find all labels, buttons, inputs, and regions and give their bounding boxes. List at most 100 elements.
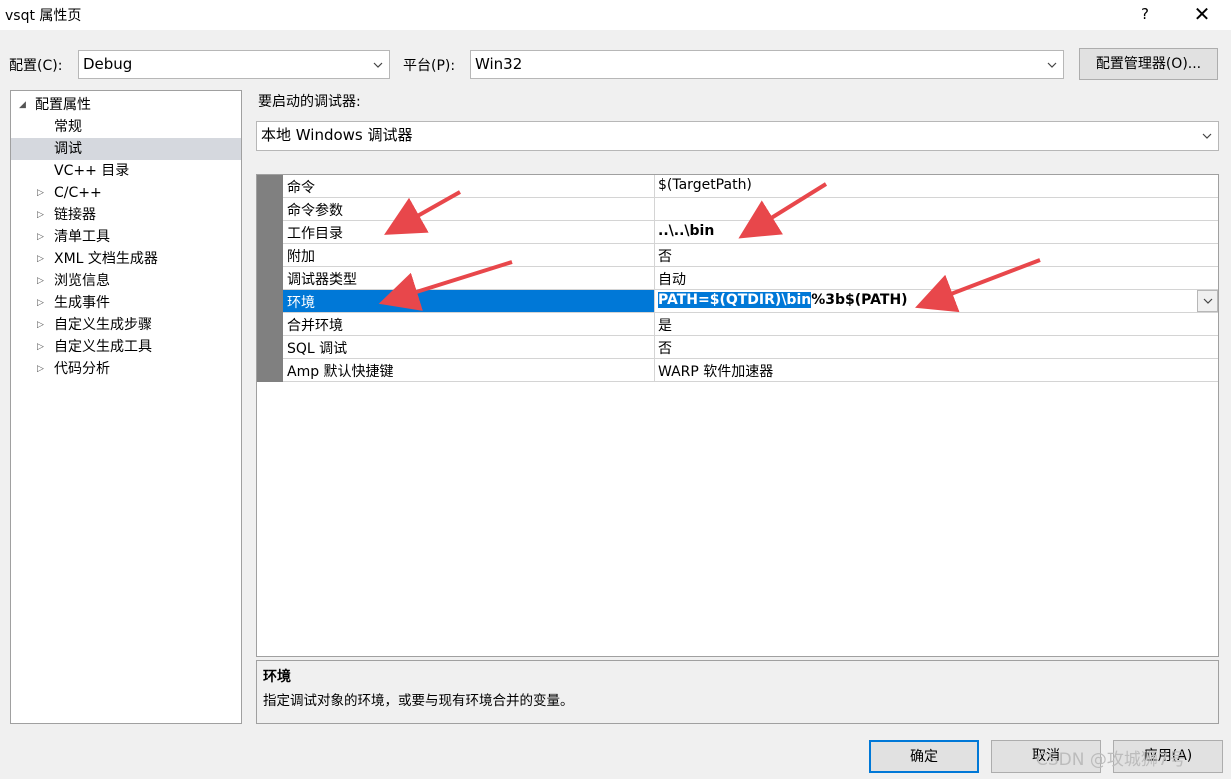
environment-value-input[interactable]: PATH=$(QTDIR)\bin%3b$(PATH)	[658, 292, 908, 308]
property-row-command-arguments[interactable]: 命令参数	[283, 198, 1218, 221]
chevron-down-icon	[1045, 51, 1059, 78]
collapsed-triangle-icon[interactable]: ▷	[37, 226, 44, 248]
column-divider	[654, 290, 655, 313]
debugger-label: 要启动的调试器:	[258, 94, 361, 110]
config-label: 配置(C):	[9, 58, 63, 74]
property-name: 命令	[287, 180, 315, 196]
property-value[interactable]: ..\..\bin	[658, 223, 714, 239]
tree-item-linker[interactable]: ▷ 链接器	[11, 204, 241, 226]
property-value[interactable]: 自动	[658, 269, 686, 289]
tree-item-label: 调试	[54, 141, 82, 157]
grid-gutter	[257, 175, 283, 382]
column-divider	[654, 198, 655, 221]
tree-item-config-properties[interactable]: ◢ 配置属性	[11, 94, 241, 116]
tree-item-label: 清单工具	[54, 229, 110, 245]
property-value[interactable]: 否	[658, 338, 672, 358]
tree-item-manifest-tool[interactable]: ▷ 清单工具	[11, 226, 241, 248]
property-name: SQL 调试	[287, 341, 348, 357]
config-manager-button[interactable]: 配置管理器(O)...	[1079, 48, 1218, 80]
tree-item-label: 配置属性	[35, 97, 91, 113]
environment-dropdown-button[interactable]	[1197, 290, 1218, 312]
property-row-environment[interactable]: 环境 PATH=$(QTDIR)\bin%3b$(PATH)	[283, 290, 1218, 313]
property-name: 合并环境	[287, 318, 343, 334]
tree-item-label: 浏览信息	[54, 273, 110, 289]
chevron-down-icon	[1200, 122, 1214, 149]
collapsed-triangle-icon[interactable]: ▷	[37, 358, 44, 380]
platform-value: Win32	[475, 55, 523, 73]
column-divider	[654, 244, 655, 267]
collapsed-triangle-icon[interactable]: ▷	[37, 182, 44, 204]
description-text: 指定调试对象的环境，或要与现有环境合并的变量。	[263, 693, 574, 709]
collapsed-triangle-icon[interactable]: ▷	[37, 204, 44, 226]
tree-item-label: 链接器	[54, 207, 96, 223]
tree-item-label: 常规	[54, 119, 82, 135]
description-panel: 环境 指定调试对象的环境，或要与现有环境合并的变量。	[256, 660, 1219, 724]
watermark: CSDN @攻城狮7号	[1036, 750, 1186, 770]
property-name: 附加	[287, 249, 315, 265]
property-name: 工作目录	[287, 226, 343, 242]
column-divider	[654, 313, 655, 336]
column-divider	[654, 267, 655, 290]
tree-item-browse-info[interactable]: ▷ 浏览信息	[11, 270, 241, 292]
tree-item-label: C/C++	[54, 185, 102, 201]
tree-item-label: 生成事件	[54, 295, 110, 311]
property-grid: 命令 $(TargetPath) 命令参数 工作目录 ..\..\bin 附加 …	[256, 174, 1219, 657]
tree-item-build-events[interactable]: ▷ 生成事件	[11, 292, 241, 314]
tree-item-custom-build-tool[interactable]: ▷ 自定义生成工具	[11, 336, 241, 358]
property-value[interactable]: $(TargetPath)	[658, 177, 752, 193]
tree-item-code-analysis[interactable]: ▷ 代码分析	[11, 358, 241, 380]
tree-item-label: XML 文档生成器	[54, 251, 158, 267]
window-title: vsqt 属性页	[5, 8, 82, 24]
config-value: Debug	[83, 55, 133, 73]
tree-item-custom-build-step[interactable]: ▷ 自定义生成步骤	[11, 314, 241, 336]
property-value[interactable]: WARP 软件加速器	[658, 361, 773, 381]
property-name: 环境	[287, 295, 315, 311]
tree-item-label: 自定义生成步骤	[54, 317, 152, 333]
property-value[interactable]: 否	[658, 246, 672, 266]
property-row-debugger-type[interactable]: 调试器类型 自动	[283, 267, 1218, 290]
tree-item-label: 代码分析	[54, 361, 110, 377]
unselected-text: %3b$(PATH)	[811, 292, 908, 308]
help-button[interactable]: ?	[1130, 0, 1160, 30]
debugger-dropdown[interactable]: 本地 Windows 调试器	[256, 121, 1219, 151]
property-row-amp-default-accelerator[interactable]: Amp 默认快捷键 WARP 软件加速器	[283, 359, 1218, 382]
debugger-value: 本地 Windows 调试器	[261, 126, 413, 144]
tree-item-general[interactable]: 常规	[11, 116, 241, 138]
platform-dropdown[interactable]: Win32	[470, 50, 1064, 79]
description-title: 环境	[263, 669, 291, 685]
column-divider	[654, 336, 655, 359]
property-name: 命令参数	[287, 203, 343, 219]
column-divider	[654, 221, 655, 244]
property-row-command[interactable]: 命令 $(TargetPath)	[283, 175, 1218, 198]
expanded-triangle-icon[interactable]: ◢	[19, 94, 26, 116]
collapsed-triangle-icon[interactable]: ▷	[37, 248, 44, 270]
tree-item-cpp[interactable]: ▷ C/C++	[11, 182, 241, 204]
chevron-down-icon	[371, 51, 385, 78]
ok-button[interactable]: 确定	[869, 740, 979, 773]
tree-item-debugging[interactable]: 调试	[11, 138, 241, 160]
title-bar: vsqt 属性页 ? ✕	[0, 0, 1231, 30]
tree-item-vc-directories[interactable]: VC++ 目录	[11, 160, 241, 182]
property-row-working-directory[interactable]: 工作目录 ..\..\bin	[283, 221, 1218, 244]
collapsed-triangle-icon[interactable]: ▷	[37, 270, 44, 292]
collapsed-triangle-icon[interactable]: ▷	[37, 314, 44, 336]
tree-item-xml-doc-generator[interactable]: ▷ XML 文档生成器	[11, 248, 241, 270]
property-row-merge-environment[interactable]: 合并环境 是	[283, 313, 1218, 336]
category-tree: ◢ 配置属性 常规 调试 VC++ 目录 ▷ C/C++ ▷ 链接器 ▷ 清单工…	[10, 90, 242, 724]
close-button[interactable]: ✕	[1185, 0, 1219, 30]
property-row-attach[interactable]: 附加 否	[283, 244, 1218, 267]
property-name: 调试器类型	[287, 272, 357, 288]
collapsed-triangle-icon[interactable]: ▷	[37, 336, 44, 358]
property-row-sql-debugging[interactable]: SQL 调试 否	[283, 336, 1218, 359]
tree-item-label: VC++ 目录	[54, 163, 130, 179]
column-divider	[654, 175, 655, 198]
selected-text: PATH=$(QTDIR)\bin	[658, 292, 812, 308]
platform-label: 平台(P):	[403, 58, 456, 74]
column-divider	[654, 359, 655, 382]
chevron-down-icon	[1203, 298, 1212, 304]
selection-highlight	[283, 290, 654, 312]
tree-item-label: 自定义生成工具	[54, 339, 152, 355]
collapsed-triangle-icon[interactable]: ▷	[37, 292, 44, 314]
property-value[interactable]: 是	[658, 315, 672, 335]
config-dropdown[interactable]: Debug	[78, 50, 390, 79]
